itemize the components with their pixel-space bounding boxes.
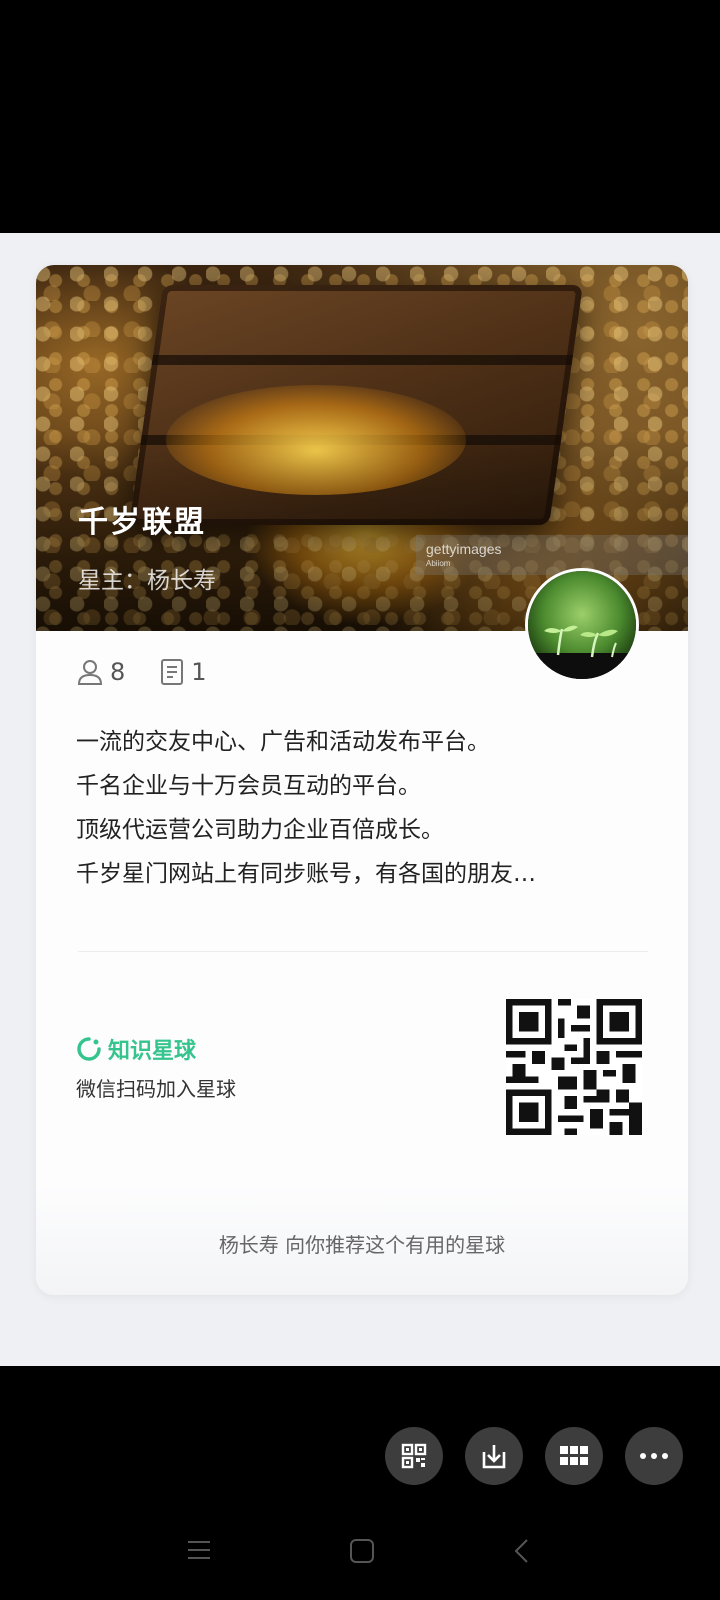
document-icon [161, 659, 184, 685]
planet-description: 一流的交友中心、广告和活动发布平台。 千名企业与十万会员互动的平台。 顶级代运营… [76, 720, 646, 896]
planet-owner: 星主：杨长寿 [78, 568, 216, 594]
qr-code-icon [401, 1443, 427, 1469]
share-actions [385, 1427, 683, 1485]
description-line: 千名企业与十万会员互动的平台。 [76, 773, 421, 799]
menu-button[interactable] [186, 1538, 212, 1566]
home-button[interactable] [349, 1538, 375, 1568]
menu-icon [188, 1541, 210, 1559]
system-navigation-bar [0, 1530, 720, 1580]
qr-code [506, 999, 642, 1135]
description-line: 千岁星门网站上有同步账号，有各国的朋友… [76, 861, 536, 887]
recommendation-text: 杨长寿 向你推荐这个有用的星球 [218, 1233, 506, 1257]
planet-logo-icon [77, 1037, 101, 1061]
members-stat: 8 [76, 658, 125, 686]
avatar [525, 568, 639, 682]
planet-title: 千岁联盟 [78, 505, 206, 540]
watermark: gettyimages Abiiom [416, 535, 688, 575]
grid-view-button[interactable] [545, 1427, 603, 1485]
back-button[interactable] [512, 1538, 532, 1568]
user-icon [77, 660, 103, 685]
posts-stat: 1 [159, 658, 207, 686]
posts-count: 1 [191, 658, 207, 686]
save-image-button[interactable] [465, 1427, 523, 1485]
more-button[interactable] [625, 1427, 683, 1485]
qr-code-button[interactable] [385, 1427, 443, 1485]
members-count: 8 [110, 658, 126, 686]
planet-share-card: gettyimages Abiiom 千岁联盟 星主：杨长寿 8 1 一流的交友… [36, 265, 688, 1295]
more-icon [640, 1453, 668, 1459]
brand-label: 知识星球 [108, 1039, 197, 1064]
description-line: 一流的交友中心、广告和活动发布平台。 [76, 729, 490, 755]
back-icon [514, 1539, 528, 1563]
planet-stats: 8 1 [76, 655, 241, 689]
watermark-brand: gettyimages [426, 541, 502, 557]
card-footer: 杨长寿 向你推荐这个有用的星球 [36, 1185, 688, 1295]
scan-instruction: 微信扫码加入星球 [76, 1077, 236, 1101]
grid-icon [560, 1446, 588, 1465]
share-card-panel: gettyimages Abiiom 千岁联盟 星主：杨长寿 8 1 一流的交友… [0, 233, 720, 1366]
divider [78, 951, 648, 952]
zsxq-logo: 知识星球 [76, 1033, 196, 1065]
watermark-credit: Abiiom [426, 559, 451, 568]
download-icon [482, 1445, 506, 1469]
home-icon [350, 1539, 374, 1563]
description-line: 顶级代运营公司助力企业百倍成长。 [76, 817, 444, 843]
